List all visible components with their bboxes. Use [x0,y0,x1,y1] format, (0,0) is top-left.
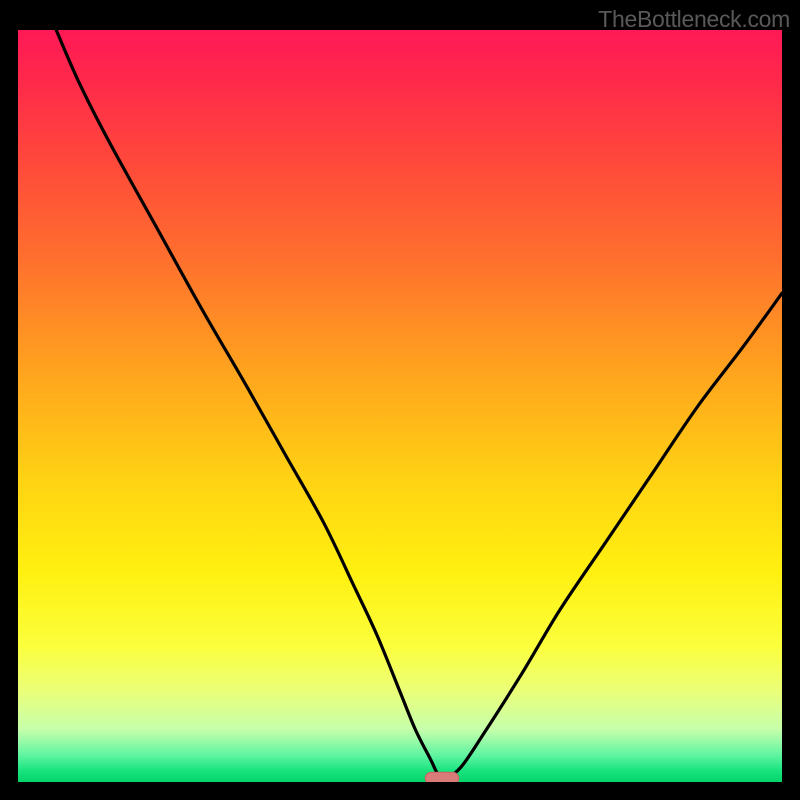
chart-frame: TheBottleneck.com [0,0,800,800]
watermark-text: TheBottleneck.com [598,6,790,33]
plot-area [18,30,782,782]
chart-svg [18,30,782,782]
gradient-background [18,30,782,782]
minimum-marker [425,772,459,782]
